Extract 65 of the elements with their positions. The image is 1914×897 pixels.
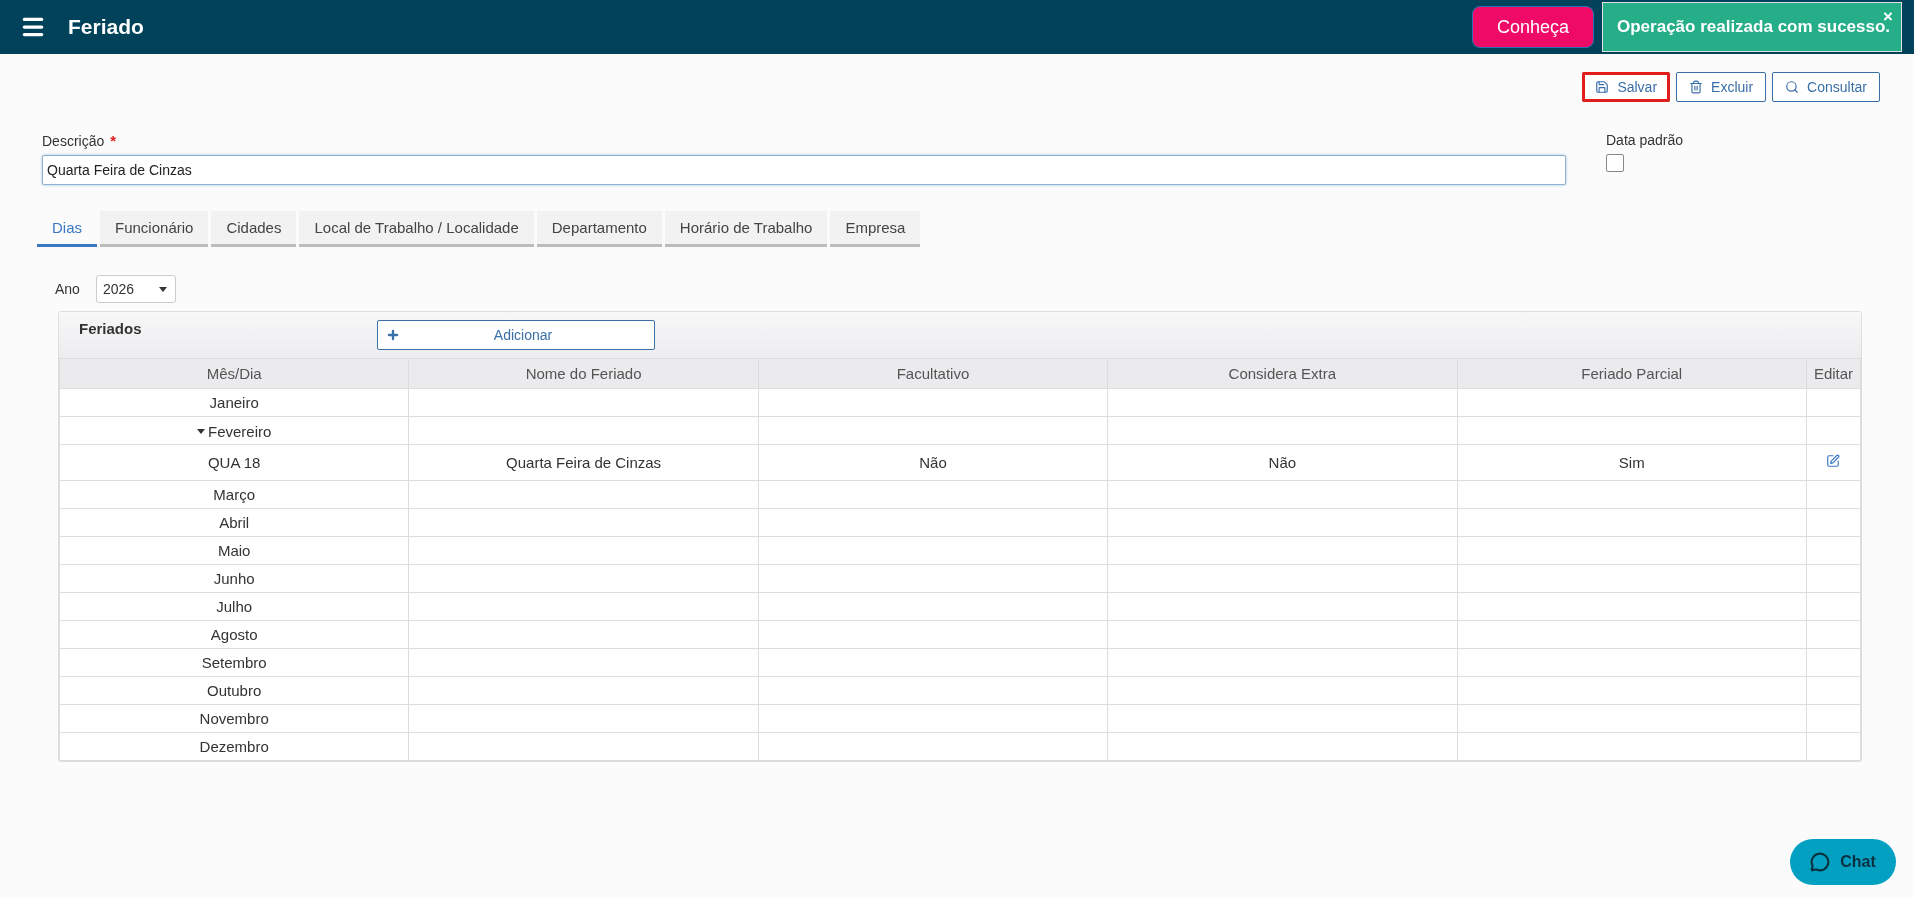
required-mark: * — [110, 132, 117, 149]
trash-icon — [1689, 80, 1704, 94]
month-label[interactable]: Novembro — [199, 709, 269, 727]
field-label: Ano — [55, 281, 80, 297]
month-cell[interactable]: Outubro — [59, 676, 409, 704]
table-cell: Não — [758, 444, 1108, 480]
month-label[interactable]: Agosto — [210, 625, 258, 643]
save-button[interactable]: Salvar — [1582, 72, 1671, 102]
search-icon — [1785, 80, 1800, 94]
month-cell[interactable]: Março — [59, 480, 409, 508]
tab[interactable]: Dias — [37, 211, 97, 247]
month-cell[interactable]: Agosto — [59, 620, 409, 648]
column-header: Feriado Parcial — [1457, 359, 1807, 388]
caret-icon — [158, 286, 167, 292]
month-label[interactable]: Junho — [213, 569, 255, 587]
column-header: Nome do Feriado — [408, 359, 759, 388]
month-cell[interactable]: Maio — [59, 536, 409, 564]
caret-icon — [197, 429, 205, 434]
delete-button[interactable]: Excluir — [1676, 72, 1767, 102]
tab[interactable]: Local de Trabalho / Localidade — [299, 211, 534, 247]
month-cell[interactable]: Dezembro — [59, 732, 409, 760]
panel-title: Feriados — [79, 320, 143, 337]
month-cell[interactable]: Julho — [59, 592, 409, 620]
tab[interactable]: Cidades — [211, 211, 297, 247]
page-title: Feriado — [68, 15, 144, 39]
add-button[interactable]: Adicionar — [377, 320, 655, 350]
column-header: Facultativo — [758, 359, 1108, 388]
table-cell: Quarta Feira de Cinzas — [408, 444, 759, 480]
tab[interactable]: Funcionário — [100, 211, 209, 247]
field-label: Descrição — [42, 132, 105, 149]
field-label: Data padrão — [1606, 132, 1684, 148]
month-label[interactable]: Fevereiro — [208, 423, 272, 440]
month-label[interactable]: Abril — [219, 513, 250, 531]
month-cell[interactable]: Abril — [59, 508, 409, 536]
save-icon — [1595, 80, 1610, 94]
column-header: Considera Extra — [1107, 359, 1458, 388]
month-cell[interactable]: Setembro — [59, 648, 409, 676]
month-label[interactable]: Julho — [216, 597, 253, 615]
chat-button[interactable]: Chat — [1790, 839, 1896, 885]
month-cell[interactable]: Janeiro — [59, 388, 409, 416]
plus-icon — [386, 328, 400, 342]
month-cell[interactable]: Junho — [59, 564, 409, 592]
search-button[interactable]: Consultar — [1772, 72, 1880, 102]
table-cell: Não — [1107, 444, 1458, 480]
tab[interactable]: Departamento — [536, 211, 662, 247]
column-header: Editar — [1806, 359, 1861, 388]
description-field[interactable]: Quarta Feira de Cinzas — [42, 155, 1566, 185]
promo-button[interactable]: Conheça — [1471, 6, 1594, 48]
tab[interactable]: Empresa — [830, 211, 921, 247]
chat-bubble-icon — [1810, 852, 1831, 872]
edit-icon[interactable] — [1826, 453, 1841, 468]
month-label[interactable]: Dezembro — [199, 737, 269, 755]
column-header: Mês/Dia — [59, 359, 409, 388]
table-cell: QUA 18 — [59, 444, 409, 480]
month-cell[interactable]: Fevereiro — [59, 416, 409, 444]
tab[interactable]: Horário de Trabalho — [664, 211, 828, 247]
month-cell[interactable]: Novembro — [59, 704, 409, 732]
month-label[interactable]: Outubro — [207, 681, 262, 699]
month-label[interactable]: Março — [213, 485, 256, 503]
month-label[interactable]: Setembro — [201, 653, 267, 671]
checkbox[interactable] — [1606, 154, 1624, 172]
table-cell: Sim — [1457, 444, 1807, 480]
month-label[interactable]: Maio — [217, 541, 251, 559]
month-label[interactable]: Janeiro — [209, 393, 259, 411]
year-select[interactable]: 2026 — [95, 275, 176, 303]
